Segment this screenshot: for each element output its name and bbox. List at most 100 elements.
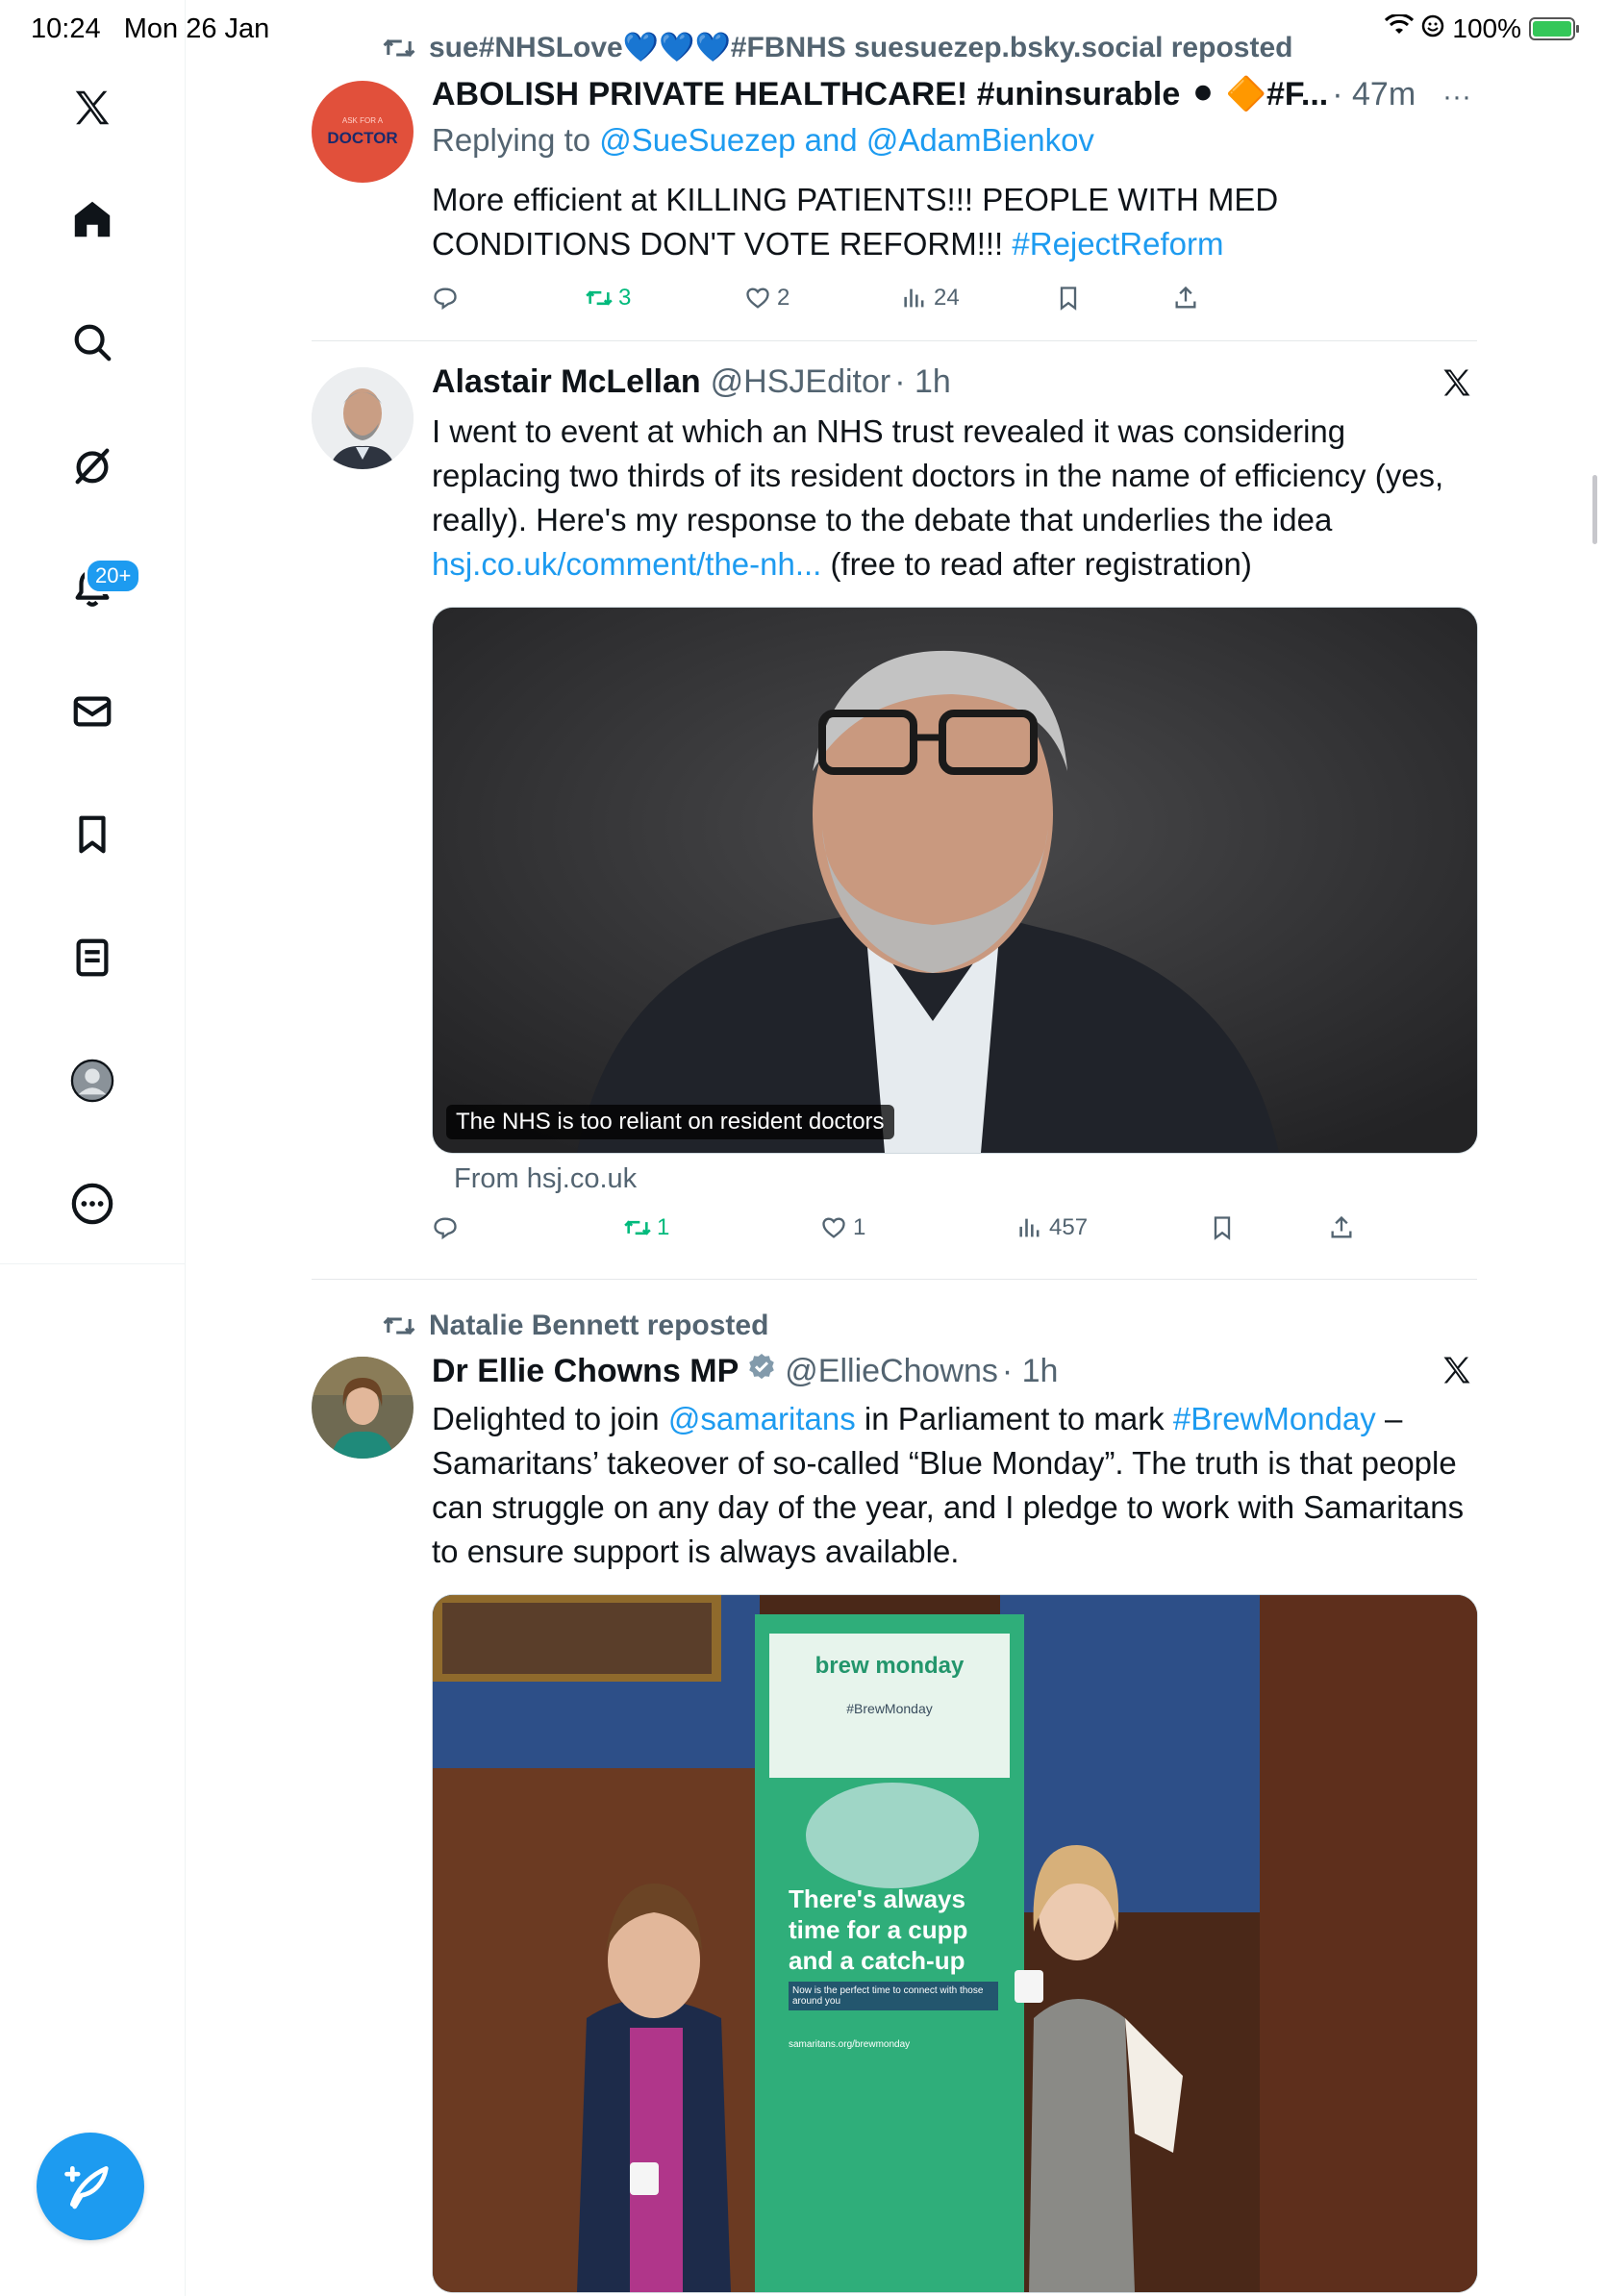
search-icon[interactable] [63,313,121,371]
reply-button[interactable] [432,1214,459,1241]
views-button[interactable]: 24 [901,285,960,312]
post-body: Delighted to join [432,1401,668,1436]
home-icon[interactable] [63,190,121,248]
post-time[interactable]: · 1h [894,363,951,401]
post-body-2: in Parliament to mark [855,1401,1173,1436]
sidebar-divider [0,1263,185,1264]
bookmark-button[interactable] [1209,1214,1236,1241]
views-icon [904,288,924,308]
post-time[interactable]: · 47m [1332,76,1416,113]
reply-button[interactable] [432,285,459,312]
more-options-icon[interactable]: ··· [1442,81,1471,113]
avatar[interactable] [312,1357,414,1459]
banner-line-2: time for a cupp [789,1915,968,1944]
notifications-badge: 20+ [85,558,142,594]
repost-icon [624,1220,651,1235]
repost-label: sue#NHSLove💙💙💙#FBNHS suesuezep.bsky.soci… [429,32,1293,63]
bookmarks-icon[interactable] [63,806,121,863]
hashtag-link[interactable]: #BrewMonday [1173,1401,1376,1436]
repost-header: Natalie Bennett reposted [383,1310,768,1342]
repost-count: 1 [657,1214,670,1240]
like-button[interactable]: 1 [820,1214,865,1241]
post-text: Delighted to join @samaritans in Parliam… [432,1397,1480,1574]
avatar-photo [312,367,414,469]
avatar[interactable] [312,367,414,469]
profile-icon[interactable] [63,1052,121,1110]
post-divider [312,1279,1477,1280]
repost-icon [383,38,415,57]
banner-headline: There's always time for a cupp and a cat… [789,1884,1010,1976]
share-button[interactable] [1172,285,1199,312]
reply-icon [434,287,457,311]
repost-icon [586,290,613,306]
post-header: Alastair McLellan @HSJEditor · 1h [432,363,951,401]
views-button[interactable]: 457 [1016,1214,1088,1241]
post-time[interactable]: · 1h [1002,1353,1059,1390]
post-image[interactable]: brew monday #BrewMonday There's always t… [432,1594,1478,2293]
action-bar: 3 2 24 [432,285,1480,323]
views-count: 24 [934,285,960,311]
post-header: ABOLISH PRIVATE HEALTHCARE! #uninsurable… [432,75,1416,113]
article-link[interactable]: hsj.co.uk/comment/the-nh... [432,546,821,582]
compose-button[interactable] [37,2133,144,2240]
banner-brand: brew monday [815,1653,965,1679]
author-name[interactable]: Alastair McLellan [432,363,701,401]
card-source[interactable]: From hsj.co.uk [454,1163,637,1195]
post-text: More efficient at KILLING PATIENTS!!! PE… [432,178,1470,266]
card-caption: The NHS is too reliant on resident docto… [446,1105,894,1139]
wifi-icon [1385,12,1415,44]
share-button[interactable] [1328,1214,1355,1241]
avatar-photo [312,1357,414,1459]
author-handle[interactable]: @HSJEditor [711,363,891,401]
post-header: Dr Ellie Chowns MP @EllieChowns · 1h [432,1352,1058,1391]
post-text: I went to event at which an NHS trust re… [432,410,1480,586]
author-handle[interactable]: @EllieChowns [785,1353,998,1390]
reply-to-link[interactable]: @SueSuezep and @AdamBienkov [599,122,1094,158]
like-button[interactable]: 2 [744,285,789,312]
link-card[interactable]: The NHS is too reliant on resident docto… [432,607,1478,1154]
heart-icon [822,1217,845,1238]
banner-subtext: Now is the perfect time to connect with … [789,1982,998,2010]
share-icon [1175,286,1196,309]
mention-link[interactable]: @samaritans [668,1401,856,1436]
hashtag-link[interactable]: #RejectReform [1012,226,1223,262]
author-name[interactable]: ABOLISH PRIVATE HEALTHCARE! #uninsurable… [432,75,1328,113]
battery-percent: 100% [1452,13,1521,43]
x-logo-icon[interactable] [63,79,121,137]
lists-icon[interactable] [63,929,121,986]
repost-header: sue#NHSLove💙💙💙#FBNHS suesuezep.bsky.soci… [383,31,1292,64]
views-count: 457 [1049,1214,1089,1240]
heart-icon [746,287,769,309]
reply-icon [434,1217,457,1240]
x-platform-icon [1440,1353,1474,1392]
focus-mode-icon [1421,13,1444,44]
post-body: I went to event at which an NHS trust re… [432,413,1444,537]
bookmark-icon [1214,1216,1231,1240]
messages-icon[interactable] [63,683,121,740]
avatar-text-main: DOCTOR [327,128,398,147]
repost-button[interactable]: 3 [586,285,631,312]
verified-icon [746,1352,777,1391]
repost-button[interactable]: 1 [624,1214,669,1241]
battery-icon [1529,17,1579,40]
x-platform-icon [1440,365,1474,405]
bookmark-icon [1060,287,1077,311]
compose-icon [64,2166,109,2209]
scroll-indicator[interactable] [1592,475,1597,544]
share-icon [1331,1215,1352,1238]
banner-line-1: There's always [789,1884,965,1913]
reply-context: Replying to @SueSuezep and @AdamBienkov [432,122,1094,159]
more-icon[interactable] [63,1175,121,1233]
repost-count: 3 [618,285,632,311]
author-name[interactable]: Dr Ellie Chowns MP [432,1353,739,1390]
card-image [433,608,1477,1153]
repost-icon [383,1316,415,1335]
avatar-text-top: ASK FOR A [341,115,384,125]
banner-line-3: and a catch-up [789,1946,965,1975]
post-divider [312,340,1477,341]
reply-prefix: Replying to [432,122,591,158]
grok-icon[interactable] [63,437,121,494]
bookmark-button[interactable] [1055,285,1082,312]
avatar[interactable]: ASK FOR A DOCTOR [312,81,414,183]
views-icon [1019,1218,1040,1237]
